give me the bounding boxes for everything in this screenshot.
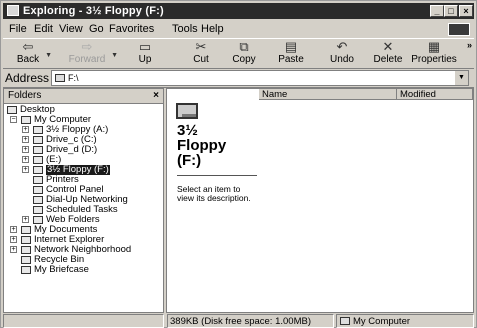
printer-icon xyxy=(33,176,43,184)
forward-button[interactable]: ⇨ Forward ▼ xyxy=(65,39,118,66)
folders-pane-header: Folders × xyxy=(4,89,163,104)
close-pane-icon[interactable]: × xyxy=(153,89,159,103)
floppy-drive-icon xyxy=(33,166,43,174)
expand-icon[interactable]: + xyxy=(22,216,29,223)
address-value: F:\ xyxy=(68,73,79,83)
menu-go[interactable]: Go xyxy=(89,21,104,38)
expand-icon[interactable]: + xyxy=(22,126,29,133)
menu-file[interactable]: File xyxy=(9,21,27,38)
cut-button[interactable]: ✂ Cut xyxy=(187,40,215,66)
scheduled-tasks-icon xyxy=(33,206,43,214)
dial-up-icon xyxy=(33,196,43,204)
delete-button[interactable]: ✕ Delete xyxy=(372,40,404,66)
expand-icon[interactable]: + xyxy=(22,146,29,153)
expand-icon[interactable]: + xyxy=(10,246,17,253)
copy-button[interactable]: ⧉ Copy xyxy=(229,40,259,66)
web-folder-icon xyxy=(33,216,43,224)
address-label: Address xyxy=(5,71,50,85)
copy-icon: ⧉ xyxy=(239,39,249,54)
desktop-icon xyxy=(7,106,17,114)
collapse-icon[interactable]: − xyxy=(10,116,17,123)
item-description: Select an item to view its description. xyxy=(177,184,251,203)
briefcase-icon xyxy=(21,266,31,274)
menu-help[interactable]: Help xyxy=(201,21,224,38)
explorer-icon xyxy=(7,5,19,16)
hard-drive-icon xyxy=(33,146,43,154)
expand-icon[interactable]: + xyxy=(10,236,17,243)
toolbar-overflow-chevron-icon[interactable]: » xyxy=(467,40,472,50)
minimize-button[interactable]: _ xyxy=(430,5,444,17)
close-button[interactable]: × xyxy=(459,5,473,17)
forward-dropdown-icon[interactable]: ▼ xyxy=(111,52,118,59)
back-dropdown-icon[interactable]: ▼ xyxy=(45,52,52,59)
folders-pane-title: Folders xyxy=(8,90,42,101)
cd-drive-icon xyxy=(33,156,43,164)
up-folder-icon: ▭ xyxy=(138,39,152,54)
web-view-panel: 3½ Floppy (F:) Select an item to view it… xyxy=(167,89,259,312)
title-bar[interactable]: Exploring - 3½ Floppy (F:) _ □ × xyxy=(3,3,474,19)
column-header-modified[interactable]: Modified xyxy=(397,89,473,100)
address-input[interactable]: F:\ ▼ xyxy=(51,70,469,86)
recycle-bin-icon xyxy=(21,256,31,264)
menu-tools[interactable]: Tools xyxy=(172,21,198,38)
control-panel-icon xyxy=(33,186,43,194)
status-bar: 389KB (Disk free space: 1.00MB) My Compu… xyxy=(3,314,474,328)
divider xyxy=(177,175,257,176)
delete-x-icon: ✕ xyxy=(382,39,394,54)
menu-bar: File Edit View Go Favorites Tools Help xyxy=(3,21,474,39)
status-disk-space: 389KB (Disk free space: 1.00MB) xyxy=(167,314,334,328)
menu-edit[interactable]: Edit xyxy=(34,21,53,38)
back-button[interactable]: ⇦ Back ▼ xyxy=(13,39,52,66)
hard-drive-icon xyxy=(33,136,43,144)
properties-button[interactable]: ▦ Properties xyxy=(411,40,457,66)
properties-icon: ▦ xyxy=(427,39,441,54)
undo-icon: ↶ xyxy=(336,39,348,54)
documents-folder-icon xyxy=(21,226,31,234)
floppy-drive-icon xyxy=(55,74,65,82)
internet-explorer-icon xyxy=(21,236,31,244)
floppy-drive-large-icon xyxy=(176,103,198,119)
expand-icon[interactable]: + xyxy=(10,226,17,233)
expand-icon[interactable]: + xyxy=(22,156,29,163)
up-button[interactable]: ▭ Up xyxy=(131,40,159,66)
explorer-window: Exploring - 3½ Floppy (F:) _ □ × File Ed… xyxy=(0,0,477,328)
window-title: Exploring - 3½ Floppy (F:) xyxy=(23,5,164,17)
expand-icon[interactable]: + xyxy=(22,166,29,173)
computer-icon xyxy=(340,317,350,325)
computer-icon xyxy=(21,116,31,124)
forward-arrow-icon: ⇨ xyxy=(81,39,93,54)
maximize-button[interactable]: □ xyxy=(444,5,458,17)
folder-content-pane: 3½ Floppy (F:) Select an item to view it… xyxy=(166,88,474,313)
standard-toolbar: ⇦ Back ▼ ⇨ Forward ▼ ▭ Up ✂ Cut ⧉ Copy ▤… xyxy=(3,40,474,69)
status-pane-left xyxy=(3,314,164,328)
address-bar: Address F:\ ▼ xyxy=(3,69,474,88)
status-zone: My Computer xyxy=(336,314,474,328)
undo-button[interactable]: ↶ Undo xyxy=(326,40,358,66)
clipboard-icon: ▤ xyxy=(284,39,298,54)
menu-view[interactable]: View xyxy=(59,21,83,38)
floppy-drive-icon xyxy=(33,126,43,134)
network-icon xyxy=(21,246,31,254)
menu-favorites[interactable]: Favorites xyxy=(109,21,154,38)
folders-pane: Folders × Desktop − My Computer + 3½ Flo… xyxy=(3,88,164,313)
paste-button[interactable]: ▤ Paste xyxy=(275,40,307,66)
address-dropdown-icon[interactable]: ▼ xyxy=(454,71,468,85)
scissors-icon: ✂ xyxy=(195,39,207,54)
windows-logo-icon xyxy=(448,23,470,36)
folder-title: 3½ Floppy (F:) xyxy=(177,122,227,169)
column-header-name[interactable]: Name xyxy=(259,89,397,100)
back-arrow-icon: ⇦ xyxy=(22,39,34,54)
expand-icon[interactable]: + xyxy=(22,136,29,143)
